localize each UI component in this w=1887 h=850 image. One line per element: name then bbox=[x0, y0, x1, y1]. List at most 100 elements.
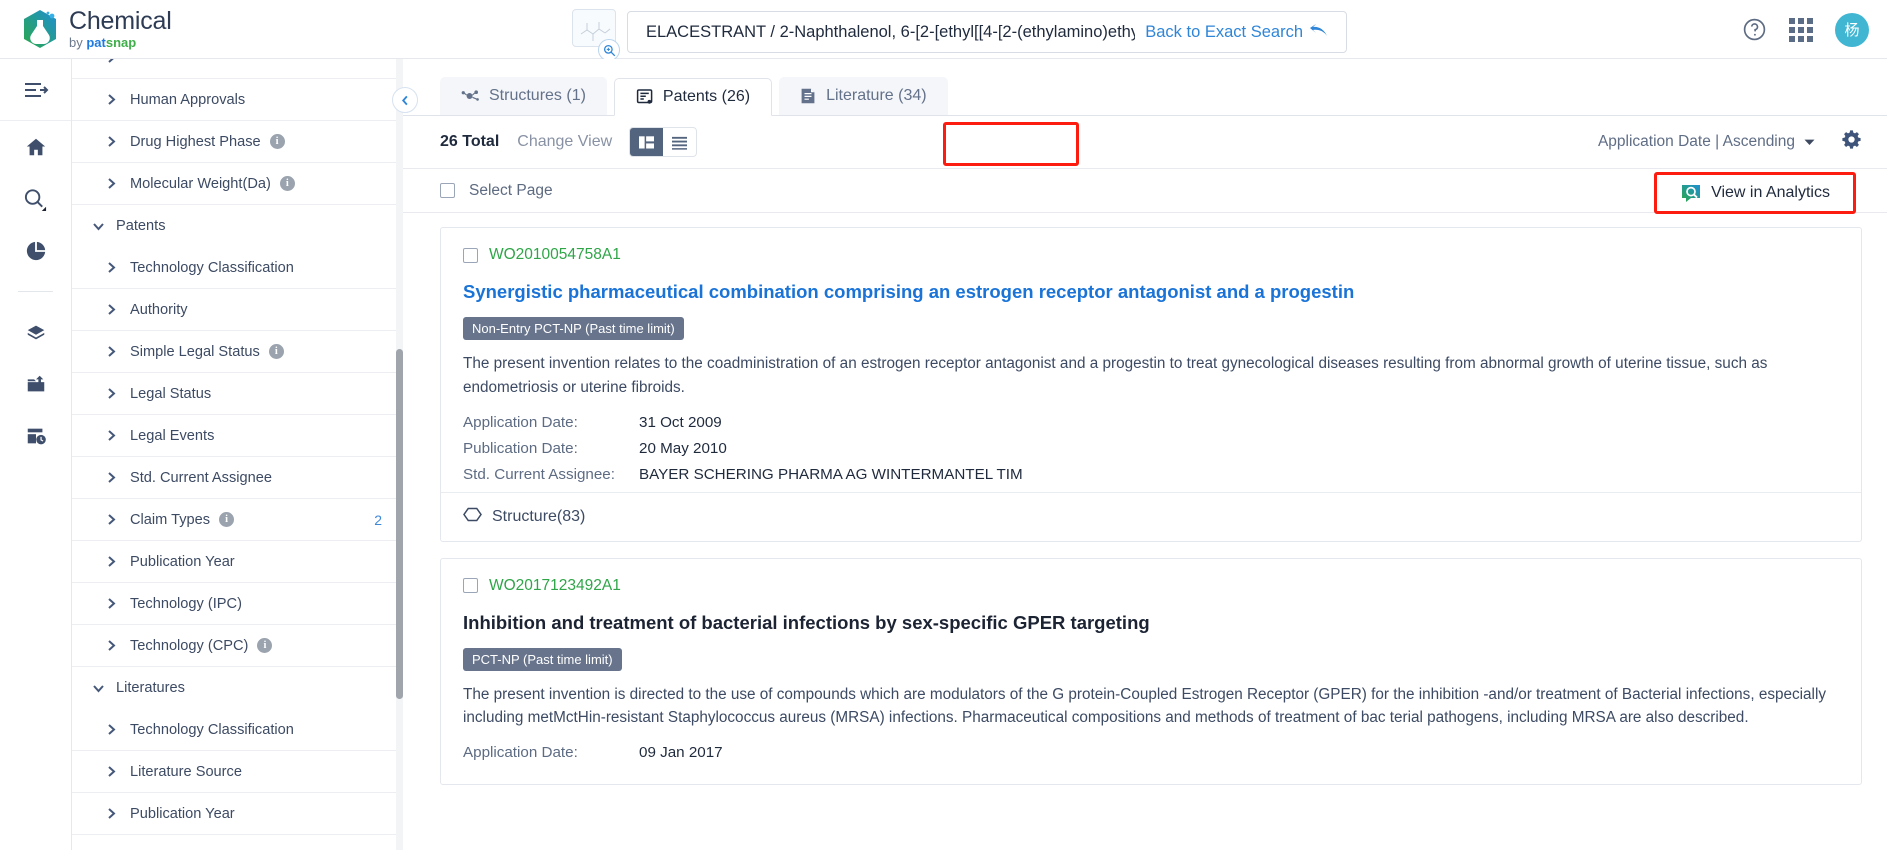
facet-row-technology-cpc[interactable]: Technology (CPC) i bbox=[72, 625, 402, 667]
publication-number[interactable]: WO2017123492A1 bbox=[489, 577, 621, 595]
facet-row-simple-legal-status[interactable]: Simple Legal Status i bbox=[72, 331, 402, 373]
chevron-right-icon bbox=[106, 471, 119, 484]
chevron-down-icon bbox=[1804, 139, 1815, 145]
facet-group-literatures[interactable]: Literatures bbox=[72, 667, 402, 709]
logo-by: by bbox=[69, 35, 83, 50]
view-in-analytics-label: View in Analytics bbox=[1711, 184, 1830, 201]
chevron-right-icon bbox=[106, 723, 119, 736]
facet-row-legal-status[interactable]: Legal Status bbox=[72, 373, 402, 415]
chevron-right-icon bbox=[106, 177, 119, 190]
result-checkbox[interactable] bbox=[463, 578, 478, 594]
facet-label: Simple Legal Status bbox=[130, 343, 260, 360]
tab-literature[interactable]: Literature (34) bbox=[779, 77, 948, 115]
facet-row-technology-ipc[interactable]: Technology (IPC) bbox=[72, 583, 402, 625]
facet-row-molecular-weight-da[interactable]: Molecular Weight(Da) i bbox=[72, 163, 402, 205]
settings-gear-button[interactable] bbox=[1841, 129, 1862, 155]
structure-count-link[interactable]: Structure(83) bbox=[463, 506, 1839, 528]
card-header: WO2010054758A1 bbox=[463, 246, 1839, 264]
facet-row[interactable] bbox=[72, 59, 402, 79]
meta-value: 20 May 2010 bbox=[639, 439, 727, 457]
facet-row-publication-year[interactable]: Publication Year bbox=[72, 793, 402, 835]
info-icon[interactable]: i bbox=[219, 512, 235, 527]
avatar[interactable]: 杨 bbox=[1835, 12, 1869, 47]
facet-row-drug-highest-phase[interactable]: Drug Highest Phase i bbox=[72, 121, 402, 163]
info-icon[interactable]: i bbox=[257, 638, 273, 653]
card-view-button[interactable] bbox=[630, 128, 664, 156]
rail-item-home[interactable] bbox=[0, 121, 71, 173]
patent-result-card[interactable]: WO2010054758A1 Synergistic pharmaceutical… bbox=[440, 227, 1862, 542]
list-view-button[interactable] bbox=[663, 128, 696, 156]
meta-row: Application Date: 09 Jan 2017 bbox=[463, 744, 1839, 761]
facet-label: Molecular Weight(Da) bbox=[130, 175, 271, 192]
facet-scrollbar[interactable] bbox=[396, 59, 403, 850]
facet-row-human-approvals[interactable]: Human Approvals bbox=[72, 79, 402, 121]
view-in-analytics-button[interactable]: View in Analytics bbox=[1680, 182, 1830, 204]
help-icon[interactable] bbox=[1742, 17, 1767, 42]
facet-row-literature-source[interactable]: Literature Source bbox=[72, 751, 402, 793]
rail-item-search[interactable] bbox=[0, 173, 71, 225]
facet-scrollbar-thumb[interactable] bbox=[396, 349, 403, 699]
chevron-right-icon bbox=[106, 345, 119, 358]
sort-selector[interactable]: Application Date | Ascending bbox=[1598, 133, 1815, 151]
facet-label: Claim Types bbox=[130, 511, 211, 528]
chevron-right-icon bbox=[106, 59, 119, 64]
view-toggle[interactable] bbox=[629, 127, 698, 157]
info-icon[interactable]: i bbox=[279, 176, 295, 191]
facet-group-patents[interactable]: Patents bbox=[72, 205, 402, 247]
chevron-right-icon bbox=[106, 135, 119, 148]
search-bar[interactable]: ELACESTRANT / 2-Naphthalenol, 6-[2-[ethy… bbox=[627, 11, 1347, 53]
facet-row-technology-classification[interactable]: Technology Classification bbox=[72, 709, 402, 751]
facet-label: Publication Year bbox=[130, 553, 235, 570]
gear-icon bbox=[1842, 130, 1861, 149]
rail-item-history[interactable] bbox=[0, 410, 71, 462]
structure-icon bbox=[461, 90, 479, 101]
chevron-right-icon bbox=[106, 93, 119, 106]
structure-zoom-icon[interactable] bbox=[598, 39, 620, 61]
facet-label bbox=[130, 59, 134, 66]
patent-result-card[interactable]: WO2017123492A1 Inhibition and treatment o… bbox=[440, 557, 1862, 786]
meta-key: Application Date: bbox=[463, 744, 578, 762]
meta-key: Std. Current Assignee: bbox=[463, 465, 615, 483]
app-grid-icon[interactable] bbox=[1789, 17, 1813, 42]
facet-label: Publication Year bbox=[130, 805, 235, 822]
meta-row: Std. Current Assignee: BAYER SCHERING PHA… bbox=[463, 466, 1839, 483]
facet-row-std-current-assignee[interactable]: Std. Current Assignee bbox=[72, 457, 402, 499]
result-checkbox[interactable] bbox=[463, 247, 478, 263]
publication-number[interactable]: WO2010054758A1 bbox=[489, 246, 621, 264]
meta-key: Publication Date: bbox=[463, 439, 578, 457]
rail-item-analytics[interactable] bbox=[0, 225, 71, 277]
patent-title[interactable]: Inhibition and treatment of bacterial in… bbox=[463, 611, 1839, 634]
rail-item-library[interactable] bbox=[0, 306, 71, 358]
select-page-bar: Select Page View in Analytics bbox=[403, 168, 1887, 214]
structure-count-label: Structure(83) bbox=[492, 507, 586, 525]
sidebar-collapse-button[interactable] bbox=[392, 87, 418, 113]
facet-row-technology-classification[interactable]: Technology Classification bbox=[72, 247, 402, 289]
logo-title: Chemical bbox=[69, 7, 172, 35]
facet-list: Human Approvals Drug Highest Phase i Molecu… bbox=[72, 59, 402, 835]
patent-abstract: The present invention is directed to the… bbox=[463, 685, 1826, 727]
chevron-down-icon bbox=[92, 221, 105, 232]
tab-literature-label: Literature (34) bbox=[826, 87, 927, 104]
change-view-button[interactable]: Change View bbox=[517, 133, 612, 151]
rail-expand-button[interactable] bbox=[0, 59, 71, 121]
info-icon[interactable]: i bbox=[268, 344, 284, 359]
facet-row-authority[interactable]: Authority bbox=[72, 289, 402, 331]
facet-label: Literature Source bbox=[130, 763, 242, 780]
tab-patents[interactable]: Patents (26) bbox=[613, 78, 773, 116]
select-page-checkbox[interactable] bbox=[440, 183, 455, 198]
info-icon[interactable]: i bbox=[269, 134, 285, 149]
facet-row-publication-year[interactable]: Publication Year bbox=[72, 541, 402, 583]
facet-row-legal-events[interactable]: Legal Events bbox=[72, 415, 402, 457]
patent-title[interactable]: Synergistic pharmaceutical combination c… bbox=[463, 280, 1839, 303]
facet-row-claim-types[interactable]: Claim Types i 2 bbox=[72, 499, 402, 541]
patent-meta: Application Date: 09 Jan 2017 bbox=[463, 744, 1839, 761]
app-logo[interactable]: Chemical by patsnap bbox=[22, 9, 172, 49]
status-badge: PCT-NP (Past time limit) bbox=[463, 647, 622, 671]
tab-structures[interactable]: Structures (1) bbox=[440, 77, 607, 115]
app-header: Chemical by patsnap ELACESTRANT / 2-Naph… bbox=[0, 0, 1887, 61]
back-to-exact-search-button[interactable]: Back to Exact Search bbox=[1145, 23, 1328, 42]
search-input[interactable]: ELACESTRANT / 2-Naphthalenol, 6-[2-[ethy… bbox=[646, 23, 1135, 42]
box-icon bbox=[27, 325, 44, 340]
rail-item-workspace[interactable] bbox=[0, 358, 71, 410]
card-view-icon bbox=[639, 135, 655, 148]
